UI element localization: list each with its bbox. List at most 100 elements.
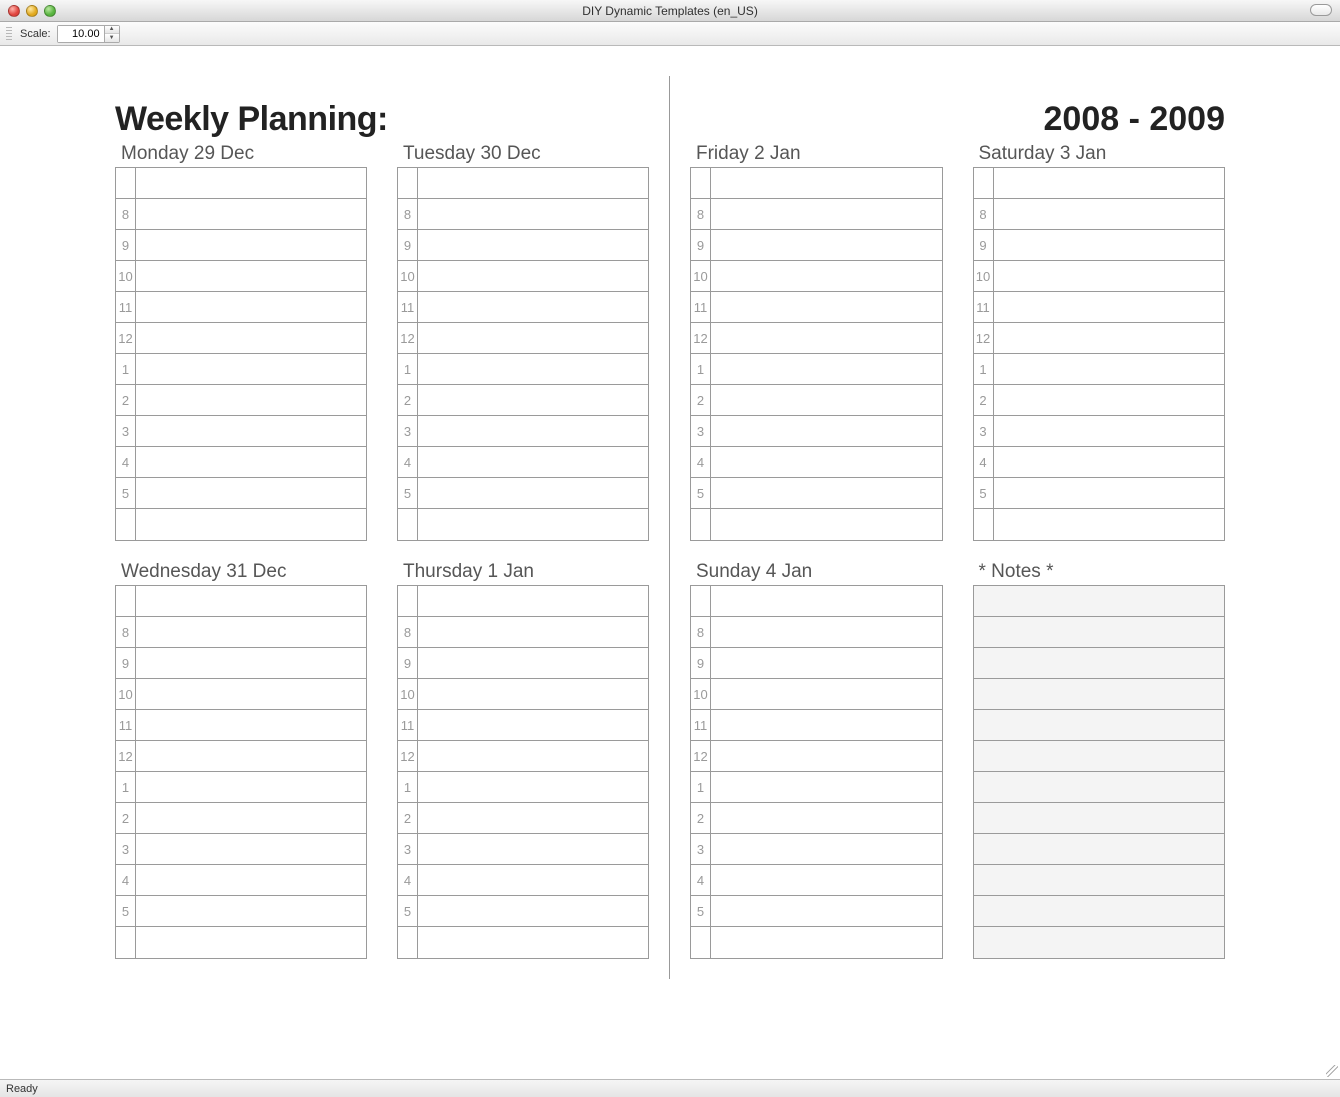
time-slot[interactable] (994, 478, 1225, 508)
scale-stepper[interactable]: ▲ ▼ (57, 25, 120, 43)
time-slot[interactable] (136, 261, 366, 291)
notes-row[interactable] (974, 617, 1225, 648)
time-slot[interactable] (136, 354, 366, 384)
titlebar-pill-button[interactable] (1310, 4, 1332, 16)
time-slot[interactable] (136, 803, 366, 833)
workspace[interactable]: Weekly Planning: Monday 29 Dec 891011121… (0, 46, 1340, 1079)
time-slot[interactable] (136, 323, 366, 353)
scale-step-down[interactable]: ▼ (105, 34, 119, 42)
time-slot[interactable] (136, 509, 366, 540)
time-slot[interactable] (994, 292, 1225, 322)
time-slot[interactable] (136, 586, 366, 616)
time-slot[interactable] (711, 834, 942, 864)
time-slot[interactable] (418, 586, 648, 616)
resize-grip[interactable] (1326, 1065, 1338, 1077)
time-slot[interactable] (418, 168, 648, 198)
minimize-window-button[interactable] (26, 5, 38, 17)
time-slot[interactable] (994, 385, 1225, 415)
time-slot[interactable] (136, 617, 366, 647)
notes-row[interactable] (974, 927, 1225, 958)
time-slot[interactable] (711, 772, 942, 802)
time-slot[interactable] (418, 385, 648, 415)
time-slot[interactable] (418, 478, 648, 508)
notes-row[interactable] (974, 741, 1225, 772)
notes-row[interactable] (974, 648, 1225, 679)
time-slot[interactable] (994, 416, 1225, 446)
time-slot[interactable] (418, 741, 648, 771)
time-slot[interactable] (418, 261, 648, 291)
time-slot[interactable] (994, 354, 1225, 384)
time-slot[interactable] (994, 261, 1225, 291)
time-slot[interactable] (136, 478, 366, 508)
notes-row[interactable] (974, 772, 1225, 803)
time-slot[interactable] (711, 230, 942, 260)
time-slot[interactable] (994, 323, 1225, 353)
time-slot[interactable] (711, 354, 942, 384)
time-slot[interactable] (418, 447, 648, 477)
notes-row[interactable] (974, 803, 1225, 834)
zoom-window-button[interactable] (44, 5, 56, 17)
time-slot[interactable] (711, 509, 942, 540)
time-slot[interactable] (711, 478, 942, 508)
time-slot[interactable] (136, 865, 366, 895)
time-slot[interactable] (136, 896, 366, 926)
toolbar-handle[interactable] (6, 27, 12, 41)
time-slot[interactable] (418, 354, 648, 384)
time-slot[interactable] (994, 447, 1225, 477)
time-slot[interactable] (136, 648, 366, 678)
time-slot[interactable] (418, 509, 648, 540)
time-slot[interactable] (711, 648, 942, 678)
time-slot[interactable] (136, 772, 366, 802)
time-slot[interactable] (711, 803, 942, 833)
time-slot[interactable] (418, 865, 648, 895)
time-slot[interactable] (136, 199, 366, 229)
time-slot[interactable] (711, 586, 942, 616)
time-slot[interactable] (418, 896, 648, 926)
time-slot[interactable] (994, 509, 1225, 540)
time-slot[interactable] (711, 416, 942, 446)
time-slot[interactable] (136, 168, 366, 198)
close-window-button[interactable] (8, 5, 20, 17)
time-slot[interactable] (136, 230, 366, 260)
notes-row[interactable] (974, 710, 1225, 741)
time-slot[interactable] (711, 447, 942, 477)
time-slot[interactable] (994, 168, 1225, 198)
scale-step-up[interactable]: ▲ (105, 26, 119, 34)
time-slot[interactable] (136, 292, 366, 322)
notes-row[interactable] (974, 679, 1225, 710)
scale-input[interactable] (58, 26, 104, 42)
time-slot[interactable] (136, 927, 366, 958)
time-slot[interactable] (418, 772, 648, 802)
time-slot[interactable] (136, 447, 366, 477)
notes-row[interactable] (974, 834, 1225, 865)
time-slot[interactable] (711, 927, 942, 958)
time-slot[interactable] (136, 741, 366, 771)
notes-row[interactable] (974, 586, 1225, 617)
time-slot[interactable] (711, 292, 942, 322)
time-slot[interactable] (711, 199, 942, 229)
time-slot[interactable] (418, 927, 648, 958)
time-slot[interactable] (136, 679, 366, 709)
time-slot[interactable] (418, 834, 648, 864)
time-slot[interactable] (418, 323, 648, 353)
time-slot[interactable] (136, 710, 366, 740)
time-slot[interactable] (711, 261, 942, 291)
time-slot[interactable] (418, 679, 648, 709)
time-slot[interactable] (136, 416, 366, 446)
time-slot[interactable] (418, 199, 648, 229)
time-slot[interactable] (994, 230, 1225, 260)
time-slot[interactable] (418, 416, 648, 446)
time-slot[interactable] (418, 803, 648, 833)
time-slot[interactable] (711, 679, 942, 709)
time-slot[interactable] (711, 865, 942, 895)
time-slot[interactable] (418, 230, 648, 260)
time-slot[interactable] (711, 896, 942, 926)
time-slot[interactable] (994, 199, 1225, 229)
time-slot[interactable] (418, 292, 648, 322)
time-slot[interactable] (711, 710, 942, 740)
time-slot[interactable] (711, 323, 942, 353)
time-slot[interactable] (711, 617, 942, 647)
time-slot[interactable] (136, 385, 366, 415)
time-slot[interactable] (418, 648, 648, 678)
time-slot[interactable] (418, 710, 648, 740)
